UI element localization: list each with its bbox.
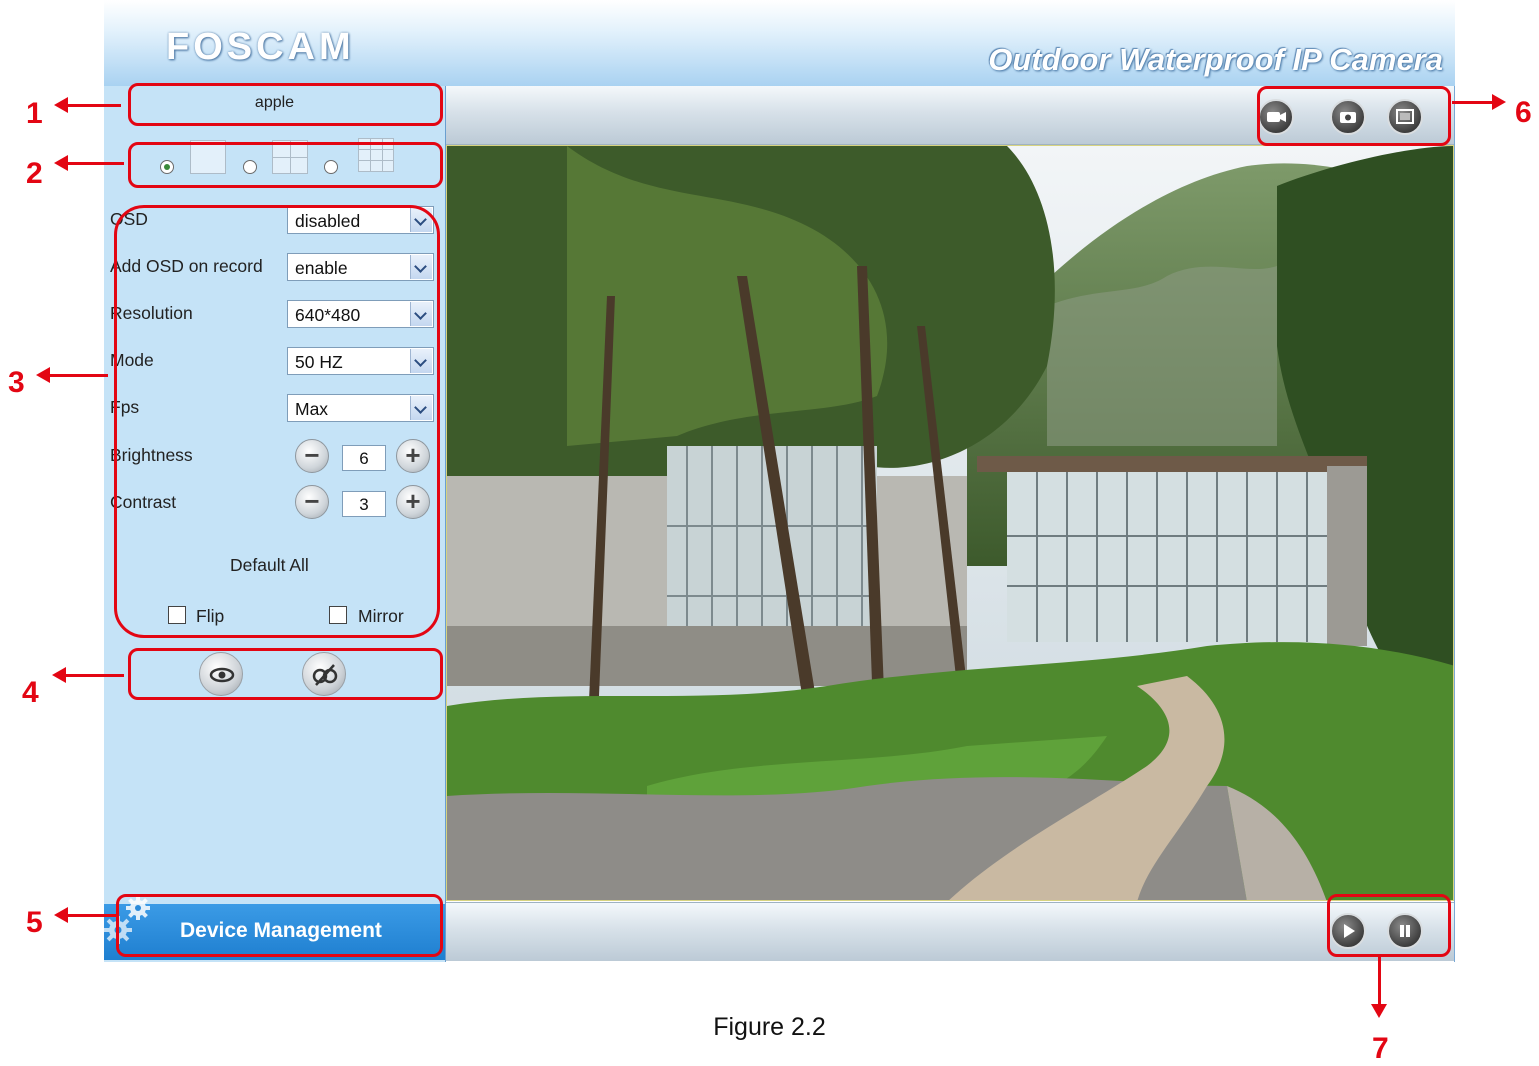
annotation-number-2: 2 [26, 157, 43, 190]
annotation-box-3 [114, 205, 440, 638]
annotation-number-6: 6 [1515, 96, 1532, 129]
annotation-number-5: 5 [26, 906, 43, 939]
annotation-arrow-6-head [1492, 94, 1506, 110]
annotation-arrow-6 [1452, 101, 1494, 104]
annotation-number-1: 1 [26, 97, 43, 130]
camera-feed-image [447, 146, 1453, 900]
figure-caption: Figure 2.2 [713, 1013, 826, 1041]
playback-bar [446, 902, 1454, 961]
foscam-logo: FOSCAM [166, 26, 355, 68]
header-banner: FOSCAM Outdoor Waterproof IP Camera [104, 0, 1455, 86]
annotation-arrow-7 [1378, 957, 1381, 1007]
annotation-arrow-2 [66, 162, 124, 165]
annotation-arrow-4 [64, 674, 124, 677]
live-video[interactable] [446, 145, 1454, 901]
annotation-box-4 [128, 648, 443, 700]
annotation-arrow-3 [48, 374, 108, 377]
annotation-arrow-1 [66, 104, 121, 107]
annotation-number-3: 3 [8, 366, 25, 399]
annotation-box-2 [128, 142, 443, 188]
annotation-arrow-5 [66, 914, 116, 917]
annotation-number-4: 4 [22, 676, 39, 709]
product-title: Outdoor Waterproof IP Camera [988, 42, 1443, 77]
annotation-box-6 [1257, 86, 1451, 146]
annotation-box-5 [116, 894, 443, 957]
annotation-box-7 [1327, 894, 1451, 957]
annotation-box-1 [128, 83, 443, 126]
